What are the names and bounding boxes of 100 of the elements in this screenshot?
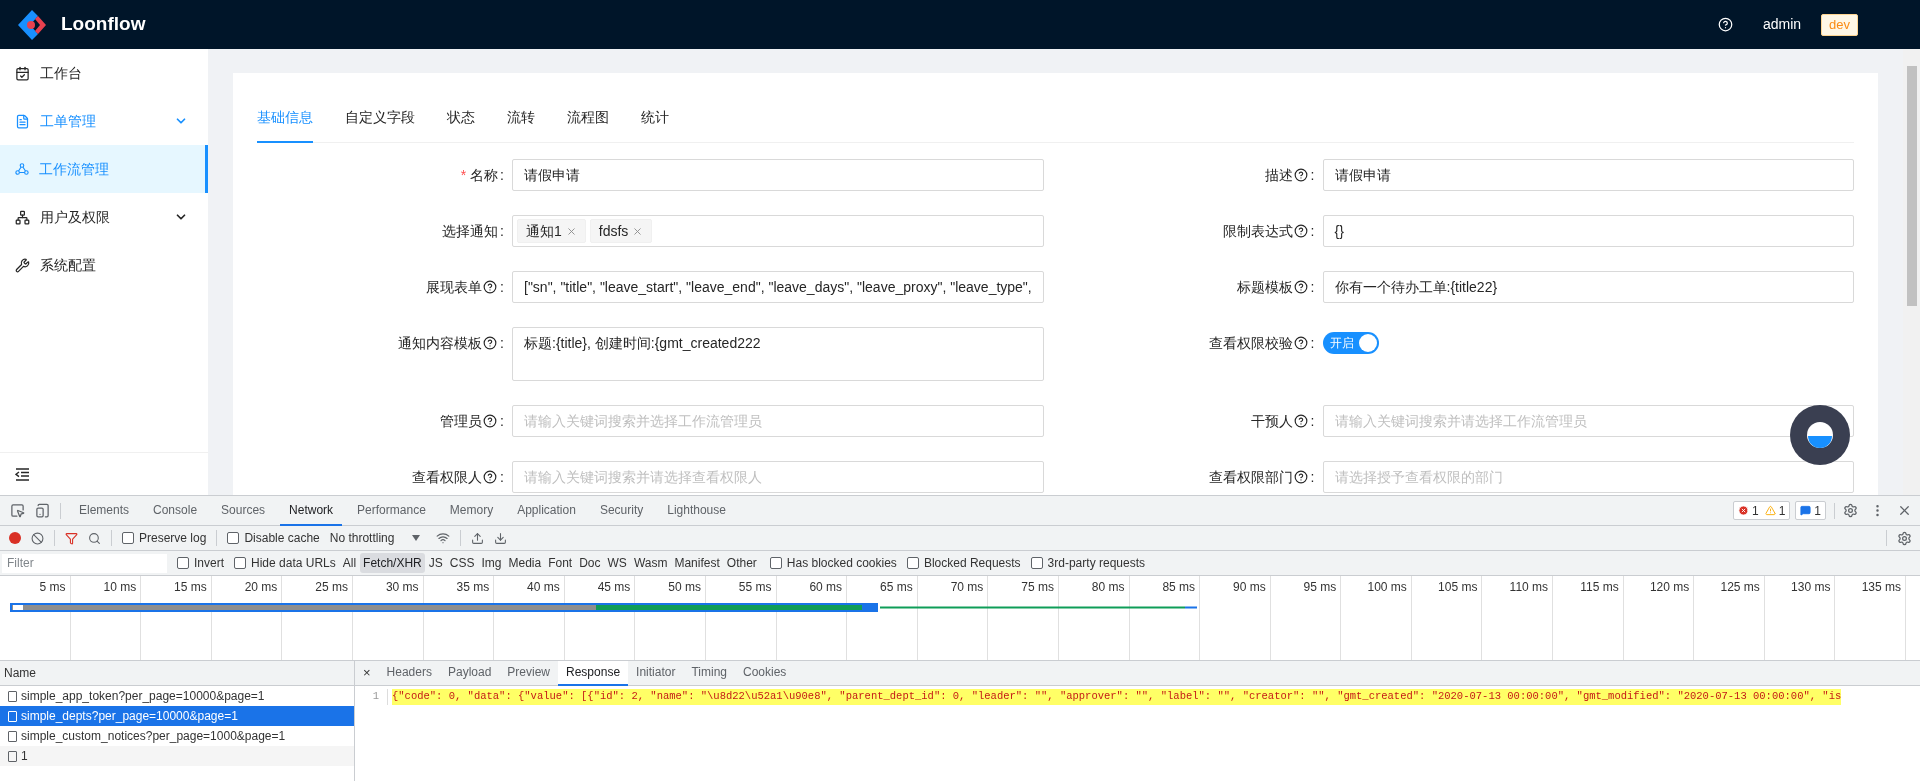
field-label: * 名称: xyxy=(459,165,505,185)
input-field[interactable]: {} xyxy=(1322,215,1854,247)
help-icon xyxy=(483,280,498,294)
devtools-tab[interactable]: Application xyxy=(508,495,585,526)
request-row[interactable]: simple_depts?per_page=10000&page=1 xyxy=(0,706,354,726)
devtools-tab[interactable]: Elements xyxy=(70,495,139,526)
clear-icon[interactable] xyxy=(31,531,44,545)
throttling-dropdown[interactable]: No throttling xyxy=(329,529,421,547)
tab[interactable]: 统计 xyxy=(641,107,669,143)
tab[interactable]: 状态 xyxy=(447,107,475,143)
wifi-settings-icon[interactable] xyxy=(436,531,451,545)
checkbox[interactable] xyxy=(122,532,134,544)
devtools-tab[interactable]: Console xyxy=(144,495,207,526)
checkbox[interactable] xyxy=(769,557,782,569)
help-icon xyxy=(1293,470,1308,484)
type-filter[interactable]: Other xyxy=(723,553,760,573)
bowl-icon xyxy=(1806,421,1834,449)
wrench-icon xyxy=(15,257,30,273)
search-icon[interactable] xyxy=(88,531,101,545)
close-panel-button[interactable]: × xyxy=(363,663,371,683)
upload-icon[interactable] xyxy=(471,531,485,545)
tick-label: 75 ms xyxy=(1021,579,1054,594)
checkbox-label: 3rd-party requests xyxy=(1047,555,1145,572)
help-icon[interactable] xyxy=(1717,17,1733,32)
sidebar-item[interactable]: 工作台 xyxy=(0,49,208,97)
logo-icon xyxy=(15,7,49,42)
type-filter[interactable]: All xyxy=(339,553,360,573)
devtools-tab[interactable]: Performance xyxy=(348,495,435,526)
tick-label: 130 ms xyxy=(1791,579,1831,594)
remove-icon[interactable] xyxy=(632,225,644,237)
device-icon[interactable] xyxy=(35,503,50,518)
tick-label: 40 ms xyxy=(527,579,560,594)
settings-icon[interactable] xyxy=(1897,530,1912,546)
detail-tab[interactable]: Cookies xyxy=(735,660,795,686)
message-counter[interactable]: 1 xyxy=(1795,501,1826,520)
type-filter[interactable]: CSS xyxy=(446,553,478,573)
detail-tab[interactable]: Initiator xyxy=(628,660,684,686)
user-name[interactable]: admin xyxy=(1762,14,1802,35)
type-filter[interactable]: Fetch/XHR xyxy=(360,553,425,573)
detail-tab[interactable]: Payload xyxy=(439,660,500,686)
tick-label: 115 ms xyxy=(1580,579,1619,594)
detail-tab[interactable]: Preview xyxy=(499,660,558,686)
checkbox[interactable] xyxy=(234,557,246,569)
input-field[interactable]: 你有一个待办工单:{title22} xyxy=(1322,271,1854,303)
tick-label: 110 ms xyxy=(1509,579,1549,594)
remove-icon[interactable] xyxy=(565,225,577,237)
close-icon[interactable] xyxy=(1897,503,1912,518)
checkbox[interactable] xyxy=(906,557,919,569)
type-filter[interactable]: Manifest xyxy=(671,553,723,573)
input-field[interactable]: 请假申请 xyxy=(1322,159,1854,191)
column-header[interactable]: Name xyxy=(0,661,354,686)
tick-label: 30 ms xyxy=(385,579,419,594)
textarea-field[interactable]: 标题:{title}, 创建时间:{gmt_created222 xyxy=(512,327,1044,381)
file-icon xyxy=(8,750,17,762)
type-filter[interactable]: WS xyxy=(604,553,630,573)
tick-label: 85 ms xyxy=(1162,579,1196,594)
select-field[interactable]: 通知1 fdsfs xyxy=(512,215,1044,247)
detail-tab[interactable]: Timing xyxy=(683,660,735,686)
devtools-tab[interactable]: Sources xyxy=(212,495,275,526)
detail-tab[interactable]: Response xyxy=(558,660,629,686)
request-row[interactable]: 1 xyxy=(0,746,354,766)
tick-label: 65 ms xyxy=(880,579,913,594)
inspect-icon[interactable] xyxy=(10,503,25,518)
checkbox-label: Has blocked cookies xyxy=(786,555,897,572)
checkbox[interactable] xyxy=(227,532,240,544)
filter-input[interactable]: Filter xyxy=(2,553,167,573)
type-filter[interactable]: Doc xyxy=(576,553,604,573)
field-label: 管理员 : xyxy=(439,411,505,431)
type-filter[interactable]: Wasm xyxy=(630,553,671,573)
tab[interactable]: 流程图 xyxy=(567,107,609,143)
collapse-menu-icon[interactable] xyxy=(15,467,30,481)
input-field[interactable]: ["sn", "title", "leave_start", "leave_end", "leave_days", "leave_proxy", "leave_type", xyxy=(512,271,1044,303)
field-label: 干预人 : xyxy=(1249,411,1316,431)
nodes-icon xyxy=(15,162,29,176)
type-filter[interactable]: JS xyxy=(425,553,446,573)
devtools-tab[interactable]: Lighthouse xyxy=(658,495,735,526)
field-label: 查看权限校验 : xyxy=(1207,333,1316,353)
type-filter[interactable]: Img xyxy=(478,553,505,573)
tick-label: 45 ms xyxy=(597,579,631,594)
help-icon xyxy=(483,414,498,428)
type-filter[interactable]: Media xyxy=(505,553,545,573)
detail-tab[interactable]: Headers xyxy=(378,660,440,686)
checkbox-label: Preserve log xyxy=(139,530,207,547)
devtools-tab[interactable]: Memory xyxy=(440,495,503,526)
input-field[interactable]: 请假申请 xyxy=(512,159,1044,191)
checkbox[interactable] xyxy=(1030,557,1043,569)
issue-counter[interactable]: 1 1 xyxy=(1732,501,1791,520)
tab[interactable]: 流转 xyxy=(507,107,535,143)
sidebar-item[interactable]: 系统配置 xyxy=(0,241,208,289)
type-filter[interactable]: Font xyxy=(545,553,576,573)
record-button[interactable] xyxy=(9,532,21,544)
download-icon[interactable] xyxy=(494,531,508,545)
filter-icon[interactable] xyxy=(65,531,78,545)
checkbox[interactable] xyxy=(177,557,189,569)
devtools-tab[interactable]: Security xyxy=(590,495,653,526)
field-label: 查看权限部门 : xyxy=(1207,467,1316,487)
hierarchy-icon xyxy=(15,209,30,225)
sidebar-item[interactable]: 用户及权限 xyxy=(0,193,208,241)
settings-icon[interactable] xyxy=(1843,503,1858,518)
tab[interactable]: 自定义字段 xyxy=(345,107,415,143)
